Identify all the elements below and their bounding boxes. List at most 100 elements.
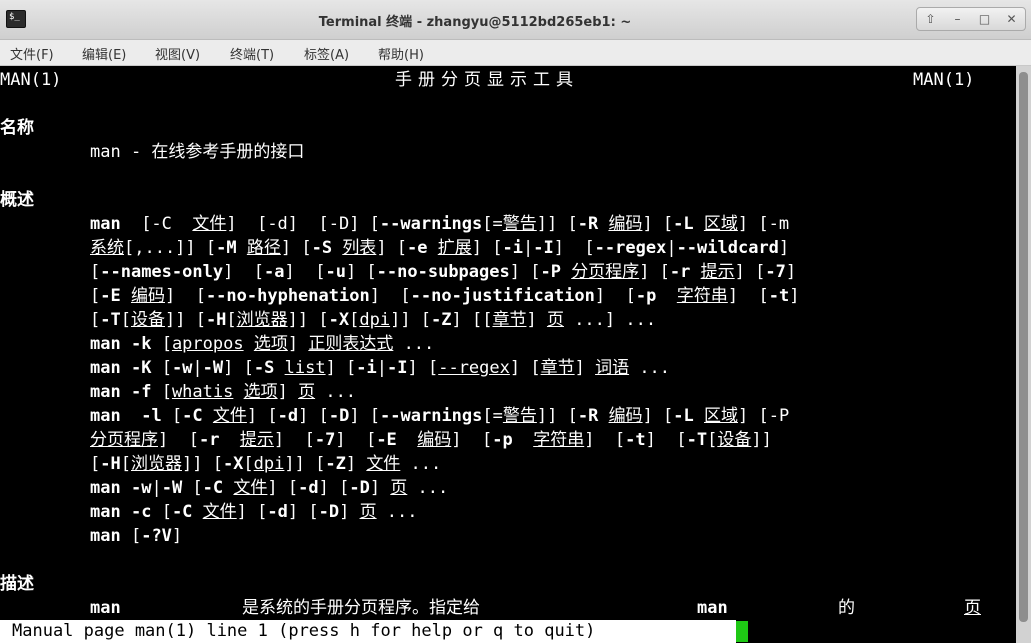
description-word: 页 <box>964 598 981 618</box>
maximize-icon[interactable]: □ <box>974 8 996 30</box>
synopsis-text: ] [ <box>158 430 199 450</box>
synopsis-text: ] <box>778 238 790 258</box>
synopsis-text: ] [ <box>509 358 541 378</box>
option-flag: -w <box>130 478 152 498</box>
option-flag: man <box>90 334 121 354</box>
description-word: man <box>90 598 121 618</box>
menu-view[interactable]: 视图(V) <box>155 44 200 63</box>
always-on-top-icon[interactable]: ⇧ <box>920 8 942 30</box>
minimize-icon[interactable]: – <box>947 8 969 30</box>
option-argument: list <box>284 358 326 378</box>
synopsis-text <box>121 334 131 354</box>
synopsis-text: ]] [ <box>536 214 578 234</box>
synopsis-text: ]] <box>751 430 772 450</box>
synopsis-text <box>121 358 131 378</box>
option-argument: 扩展 <box>437 238 472 258</box>
synopsis-text: ] [ <box>553 238 595 258</box>
synopsis-text: ] [ <box>369 286 411 306</box>
pager-status: Manual page man(1) line 1 (press h for h… <box>0 620 736 643</box>
option-argument: 分页程序 <box>571 262 640 282</box>
synopsis-text: ] [ <box>407 358 439 378</box>
synopsis-text: ] [ <box>642 406 674 426</box>
synopsis-text: ] <box>526 310 547 330</box>
option-flag: -u <box>325 262 346 282</box>
option-argument: 文件 <box>233 478 268 498</box>
option-flag: -T <box>100 310 121 330</box>
option-flag: --no-justification <box>410 286 595 306</box>
description-word: man <box>697 598 728 618</box>
synopsis-text: ] [ <box>164 286 206 306</box>
option-flag: -L <box>673 214 694 234</box>
option-flag: man <box>90 526 121 546</box>
synopsis-text: ] [ <box>734 262 766 282</box>
description-word: 的 <box>838 598 855 618</box>
synopsis-text: [ <box>226 310 237 330</box>
synopsis-text <box>121 478 131 498</box>
menu-help[interactable]: 帮助(H) <box>378 44 424 63</box>
option-flag: man <box>90 214 121 234</box>
option-argument: 章节 <box>492 310 527 330</box>
section-heading-description: 描述 <box>0 574 34 594</box>
option-flag: -t <box>625 430 646 450</box>
option-flag: -Z <box>431 310 452 330</box>
option-argument: 页 <box>298 382 316 402</box>
synopsis-text: | <box>376 358 388 378</box>
synopsis-text: ] [ <box>584 430 626 450</box>
synopsis-text: [ <box>90 286 101 306</box>
scrollbar[interactable] <box>1016 66 1031 643</box>
synopsis-text: ... <box>400 454 442 474</box>
scrollbar-thumb[interactable] <box>1019 72 1028 622</box>
synopsis-text: | <box>522 238 534 258</box>
option-flag: man <box>90 478 121 498</box>
option-flag: -R <box>577 406 599 426</box>
synopsis-text <box>121 502 131 522</box>
option-flag: --regex <box>594 238 667 258</box>
synopsis-text: [ <box>90 310 101 330</box>
synopsis-text: ] <box>369 478 391 498</box>
option-flag: man <box>90 382 121 402</box>
synopsis-text: | <box>151 478 162 498</box>
synopsis-text <box>656 286 676 306</box>
synopsis-text: [ <box>151 382 172 402</box>
synopsis-text: [ <box>161 406 183 426</box>
option-argument: 警告 <box>502 406 537 426</box>
option-flag: -I <box>387 358 408 378</box>
window-titlebar[interactable]: $_ Terminal 终端 - zhangyu@5112bd265eb1: ~… <box>0 0 1031 40</box>
synopsis-text: ] [ <box>642 214 674 234</box>
synopsis-text <box>694 214 704 234</box>
close-icon[interactable]: ✕ <box>1001 8 1023 30</box>
option-flag: -p <box>635 286 657 306</box>
menu-tabs[interactable]: 标签(A) <box>304 44 349 63</box>
synopsis-text: ] <box>277 382 299 402</box>
option-flag: --names-only <box>100 262 224 282</box>
synopsis-text: ] [[ <box>451 310 493 330</box>
option-flag: -?V <box>141 526 172 546</box>
synopsis-text: [ <box>182 478 203 498</box>
option-argument: dpi <box>359 310 391 330</box>
option-flag: -C <box>182 406 203 426</box>
option-flag: -X <box>328 310 350 330</box>
option-flag: -D <box>349 478 370 498</box>
option-argument: 页 <box>390 478 408 498</box>
synopsis-text: ] [ <box>287 502 319 522</box>
synopsis-text: ... <box>376 502 418 522</box>
menu-edit[interactable]: 编辑(E) <box>82 44 126 63</box>
option-flag: -t <box>768 286 790 306</box>
synopsis-text: ] [ <box>451 430 493 450</box>
synopsis-text: [= <box>482 214 503 234</box>
synopsis-text: [ <box>243 454 254 474</box>
synopsis-text: ] [ <box>639 262 670 282</box>
option-flag: -X <box>222 454 244 474</box>
synopsis-text <box>233 382 243 402</box>
option-flag: -f <box>130 382 152 402</box>
menu-terminal[interactable]: 终端(T) <box>230 44 274 63</box>
terminal-output[interactable]: MAN(1) 手册分页显示工具 MAN(1) 名称 man - 在线参考手册的接… <box>0 66 1016 643</box>
synopsis-line: [--names-only] [-a] [-u] [--no-subpages]… <box>90 260 796 284</box>
synopsis-text <box>121 286 131 306</box>
synopsis-text <box>513 430 533 450</box>
synopsis-text: ] [ <box>284 262 326 282</box>
synopsis-text: [ <box>120 310 131 330</box>
synopsis-text <box>121 382 131 402</box>
synopsis-text <box>219 430 239 450</box>
menu-file[interactable]: 文件(F) <box>10 44 54 63</box>
